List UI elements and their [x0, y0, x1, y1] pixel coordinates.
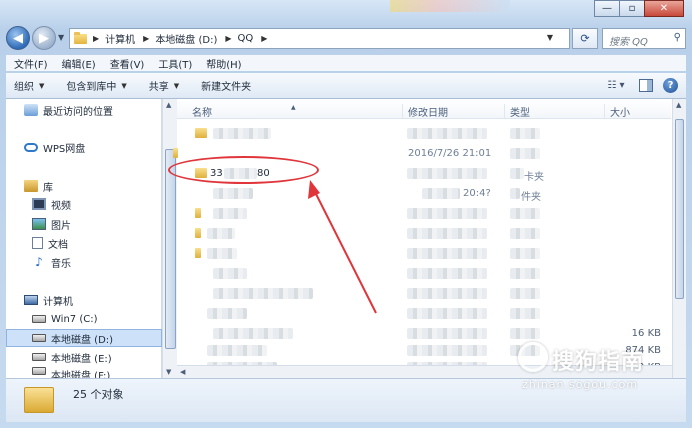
folder-icon	[24, 387, 54, 413]
scroll-up-icon[interactable]: ▲	[676, 101, 681, 109]
arrow-line	[311, 185, 377, 314]
explorer-window: — ▫ ✕ ◀ ▶ ▼ ▶ 计算机 ▶ 本地磁盘 (D:) ▶ QQ ▶ ▼ ⟳…	[0, 0, 692, 428]
watermark-brand: 搜狗指南	[552, 350, 645, 375]
watermark-url: zhinan.sogou.com	[522, 378, 639, 391]
object-count: 25 个对象	[73, 388, 124, 401]
sogou-logo-icon	[518, 342, 548, 372]
scroll-left-icon[interactable]: ◀	[180, 368, 185, 376]
file-list-scrollbar[interactable]: ▲	[672, 99, 686, 378]
scroll-thumb[interactable]	[675, 119, 684, 299]
sogou-watermark: 搜狗指南 zhinan.sogou.com	[512, 342, 688, 408]
